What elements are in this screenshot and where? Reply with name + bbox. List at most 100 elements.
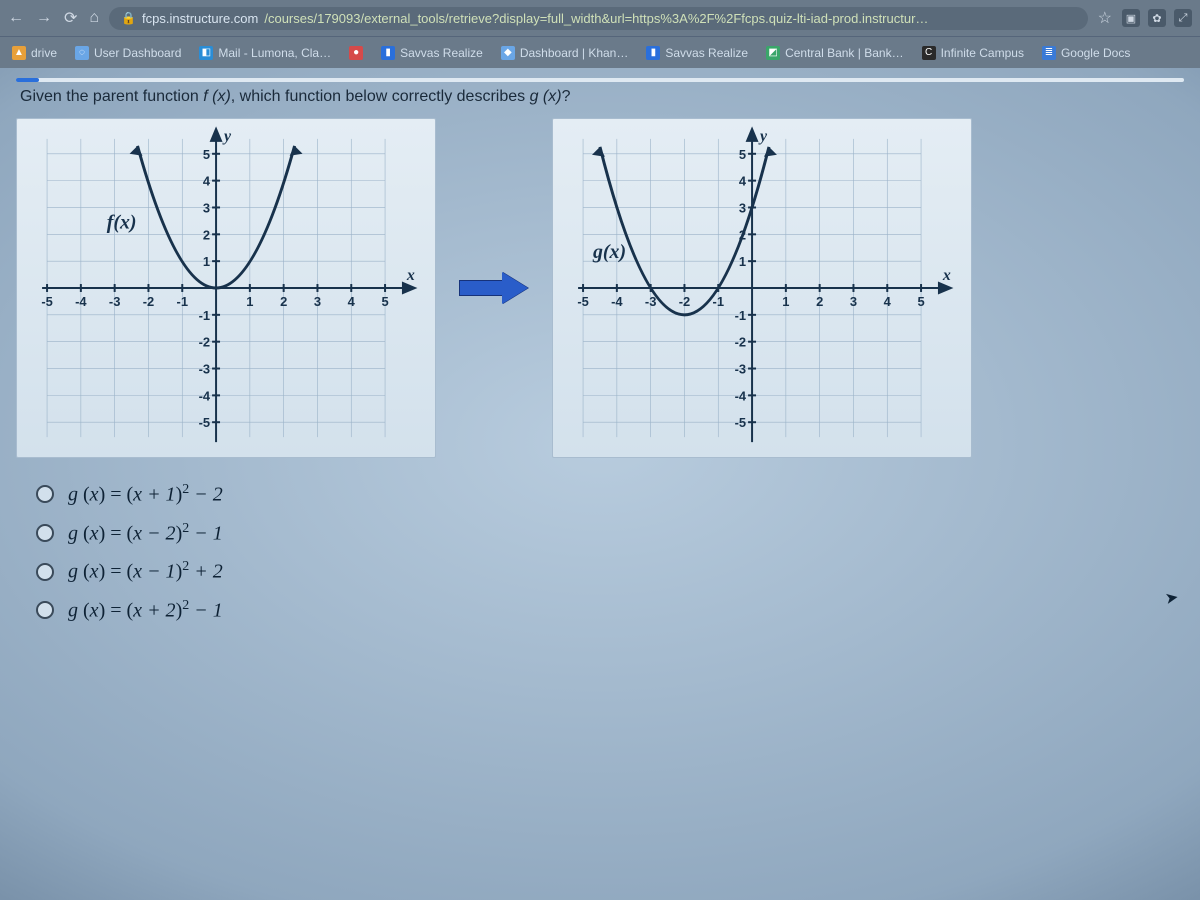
svg-text:1: 1: [739, 254, 746, 269]
svg-text:4: 4: [739, 174, 747, 189]
radio-icon[interactable]: [36, 563, 54, 581]
svg-text:1: 1: [246, 294, 253, 309]
svg-text:-2: -2: [199, 335, 210, 350]
bookmark-favicon-icon: ◆: [501, 46, 515, 60]
bookmark-favicon-icon: ▲: [12, 46, 26, 60]
lock-icon: 🔒: [121, 11, 136, 25]
bookmark-label: Central Bank | Bank…: [785, 46, 904, 60]
svg-text:-3: -3: [109, 294, 120, 309]
option-b[interactable]: g (x) = (x − 2)2 − 1: [36, 521, 1184, 546]
extension-icons: ▣ ✿ ⤢: [1122, 9, 1192, 27]
bookmark-favicon-icon: C: [922, 46, 936, 60]
radio-icon[interactable]: [36, 601, 54, 619]
bookmark-label: Google Docs: [1061, 46, 1130, 60]
bookmark-favicon-icon: ≣: [1042, 46, 1056, 60]
svg-text:2: 2: [280, 294, 287, 309]
bookmark-item[interactable]: ◩ Central Bank | Bank…: [766, 46, 904, 60]
y-axis-label: y: [222, 128, 232, 145]
bookmark-label: Dashboard | Khan…: [520, 46, 629, 60]
question-text: Given the parent function f (x), which f…: [16, 88, 1184, 106]
curve-label-fx: f(x): [107, 211, 137, 233]
nav-controls: ← → ⟳ ⌂: [8, 8, 99, 28]
bookmark-label: Mail - Lumona, Cla…: [218, 46, 331, 60]
mouse-cursor-icon: ➤: [1163, 587, 1180, 609]
svg-text:-4: -4: [611, 294, 623, 309]
svg-text:1: 1: [782, 294, 789, 309]
address-bar[interactable]: 🔒 fcps.instructure.com/courses/179093/ex…: [109, 7, 1088, 30]
option-c[interactable]: g (x) = (x − 1)2 + 2: [36, 559, 1184, 584]
back-button[interactable]: ←: [8, 9, 24, 27]
bookmark-label: Infinite Campus: [941, 46, 1024, 60]
extension-icon[interactable]: ✿: [1148, 9, 1166, 27]
extension-icon[interactable]: ▣: [1122, 9, 1140, 27]
radio-icon[interactable]: [36, 524, 54, 542]
transform-arrow: [454, 268, 534, 308]
bookmark-item[interactable]: ◧ Mail - Lumona, Cla…: [199, 46, 331, 60]
bookmark-item[interactable]: ●: [349, 46, 363, 60]
svg-text:5: 5: [203, 147, 210, 162]
svg-text:-4: -4: [75, 294, 87, 309]
bookmark-favicon-icon: ▮: [646, 46, 660, 60]
svg-text:3: 3: [739, 200, 746, 215]
bookmark-item[interactable]: ◆ Dashboard | Khan…: [501, 46, 629, 60]
svg-text:-1: -1: [735, 308, 746, 323]
home-button[interactable]: ⌂: [89, 9, 99, 27]
x-axis-label: x: [942, 267, 951, 284]
graph-gx: -5-4-3-2-1 12345 12345 -1-2-3-4-5 y x g(…: [552, 118, 972, 458]
y-axis-label: y: [758, 128, 768, 145]
bookmark-item[interactable]: ▲ drive: [12, 46, 57, 60]
svg-text:-5: -5: [41, 294, 52, 309]
option-label: g (x) = (x − 1)2 + 2: [68, 559, 223, 584]
svg-text:4: 4: [884, 294, 892, 309]
bookmark-label: Savvas Realize: [665, 46, 748, 60]
url-host: fcps.instructure.com: [142, 11, 258, 26]
reload-button[interactable]: ⟳: [64, 8, 77, 28]
svg-text:-4: -4: [735, 388, 747, 403]
svg-text:-3: -3: [735, 361, 746, 376]
bookmark-label: Savvas Realize: [400, 46, 483, 60]
browser-toolbar: ← → ⟳ ⌂ 🔒 fcps.instructure.com/courses/1…: [0, 0, 1200, 36]
option-label: g (x) = (x + 2)2 − 1: [68, 598, 223, 623]
bookmark-favicon-icon: ◩: [766, 46, 780, 60]
quiz-progress: [16, 78, 1184, 82]
svg-text:-4: -4: [199, 388, 211, 403]
svg-text:4: 4: [203, 174, 211, 189]
forward-button[interactable]: →: [36, 9, 52, 27]
graphs-row: -5 -4 -3 -2 -1 1 2 3 4 5 1 2 3 4 5 -1 -2 -3 -4 -5 y x f(…: [16, 118, 1184, 458]
svg-text:2: 2: [203, 227, 210, 242]
svg-text:3: 3: [850, 294, 857, 309]
bookmark-star-icon[interactable]: ☆: [1098, 8, 1112, 28]
svg-text:2: 2: [816, 294, 823, 309]
bookmark-label: drive: [31, 46, 57, 60]
bookmark-item[interactable]: ▮ Savvas Realize: [646, 46, 748, 60]
curve-label-gx: g(x): [592, 241, 626, 263]
arrow-right-icon: [459, 273, 529, 303]
bookmark-favicon-icon: ◧: [199, 46, 213, 60]
answer-options: g (x) = (x + 1)2 − 2 g (x) = (x − 2)2 − …: [16, 482, 1184, 623]
svg-text:5: 5: [739, 147, 746, 162]
bookmark-favicon-icon: ●: [349, 46, 363, 60]
svg-text:-5: -5: [735, 415, 746, 430]
bookmarks-bar: ▲ drive ◌User Dashboard ◧ Mail - Lumona, Cla…: [0, 36, 1200, 68]
svg-text:5: 5: [917, 294, 924, 309]
svg-text:-2: -2: [735, 335, 746, 350]
svg-text:-3: -3: [199, 361, 210, 376]
svg-text:3: 3: [314, 294, 321, 309]
svg-text:-1: -1: [177, 294, 188, 309]
option-a[interactable]: g (x) = (x + 1)2 − 2: [36, 482, 1184, 507]
svg-text:-2: -2: [679, 294, 690, 309]
bookmark-item[interactable]: ◌User Dashboard: [75, 46, 181, 60]
option-label: g (x) = (x + 1)2 − 2: [68, 482, 223, 507]
extension-icon[interactable]: ⤢: [1174, 9, 1192, 27]
option-d[interactable]: g (x) = (x + 2)2 − 1: [36, 598, 1184, 623]
svg-text:3: 3: [203, 200, 210, 215]
url-path: /courses/179093/external_tools/retrieve?…: [264, 11, 928, 26]
svg-text:-2: -2: [143, 294, 154, 309]
bookmark-item[interactable]: ≣ Google Docs: [1042, 46, 1130, 60]
bookmark-item[interactable]: C Infinite Campus: [922, 46, 1024, 60]
bookmark-item[interactable]: ▮ Savvas Realize: [381, 46, 483, 60]
radio-icon[interactable]: [36, 485, 54, 503]
bookmark-favicon-icon: ▮: [381, 46, 395, 60]
option-label: g (x) = (x − 2)2 − 1: [68, 521, 223, 546]
page-content: Given the parent function f (x), which f…: [0, 68, 1200, 900]
